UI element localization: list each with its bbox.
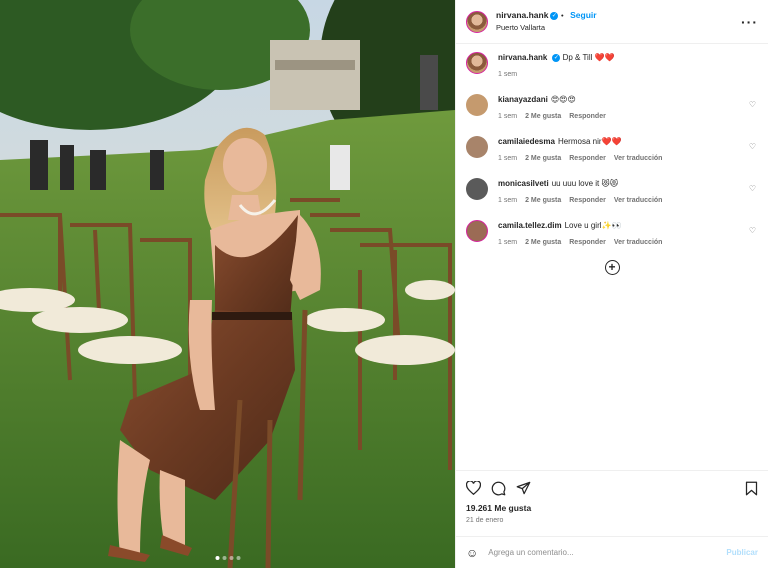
carousel-dots (215, 556, 240, 560)
author-username[interactable]: nirvana.hank (496, 10, 548, 20)
post-header: nirvana.hank ✓ • Seguir Puerto Vallarta ·… (456, 0, 768, 44)
caption-text: Dp & Till ❤️❤️ (562, 53, 615, 62)
author-avatar[interactable] (466, 52, 488, 74)
add-comment-bar: ☺ Agrega un comentario... Publicar (456, 536, 768, 568)
author-avatar[interactable] (466, 10, 488, 33)
commenter-avatar[interactable] (466, 178, 488, 200)
comment-text: Love u girl✨👀 (564, 221, 622, 230)
like-heart-icon[interactable] (466, 481, 481, 495)
share-icon[interactable] (516, 481, 531, 495)
dot-separator: • (560, 11, 564, 20)
post-actions: 19.261 Me gusta 21 de enero (456, 470, 768, 528)
post-date[interactable]: 21 de enero (466, 517, 758, 524)
carousel-dot[interactable] (236, 556, 240, 560)
comment-input[interactable]: Agrega un comentario... (488, 548, 726, 557)
comment-like-heart-icon[interactable]: ♡ (749, 100, 756, 109)
plus-circle-icon[interactable]: + (604, 260, 620, 275)
reply-button[interactable]: Responder (569, 113, 606, 120)
comments-list: nirvana.hank ✓ Dp & Till ❤️❤️ 1 sem kiana… (456, 44, 768, 470)
translate-button[interactable]: Ver traducción (614, 239, 663, 246)
caption: nirvana.hank ✓ Dp & Till ❤️❤️ 1 sem (466, 52, 758, 81)
reply-button[interactable]: Responder (569, 197, 606, 204)
instagram-post-viewer: nirvana.hank ✓ • Seguir Puerto Vallarta ·… (0, 0, 768, 568)
comment-time[interactable]: 1 sem (498, 155, 517, 162)
comment-likes[interactable]: 2 Me gusta (525, 239, 561, 246)
photo-illustration (0, 0, 455, 568)
commenter-avatar[interactable] (466, 94, 488, 116)
carousel-dot[interactable] (229, 556, 233, 560)
verified-badge-icon: ✓ (552, 53, 561, 62)
follow-button[interactable]: Seguir (570, 10, 596, 20)
comment-username[interactable]: camila.tellez.dim (498, 221, 562, 230)
post-side-panel: nirvana.hank ✓ • Seguir Puerto Vallarta ·… (455, 0, 768, 568)
comment-like-heart-icon[interactable]: ♡ (749, 142, 756, 151)
translate-button[interactable]: Ver traducción (614, 155, 663, 162)
comment-row: kianayazdani 😍😍😍 1 sem 2 Me gusta Responder… (466, 94, 758, 123)
comment-row: camilaiedesma Hermosa nir❤️❤️ 1 sem 2 Me g… (466, 136, 758, 165)
reply-button[interactable]: Responder (569, 155, 606, 162)
comment-icon[interactable] (491, 481, 506, 496)
translate-button[interactable]: Ver traducción (614, 197, 663, 204)
comment-like-heart-icon[interactable]: ♡ (749, 184, 756, 193)
comment-like-heart-icon[interactable]: ♡ (749, 226, 756, 235)
reply-button[interactable]: Responder (569, 239, 606, 246)
comment-row: camila.tellez.dim Love u girl✨👀 1 sem 2 Me… (466, 220, 758, 249)
comment-username[interactable]: kianayazdani (498, 95, 548, 104)
comment-row: monicasilveti uu uuu love it 😻😻 1 sem 2 Me… (466, 178, 758, 207)
caption-username[interactable]: nirvana.hank (498, 53, 547, 62)
comment-text: uu uuu love it 😻😻 (551, 179, 619, 188)
load-more-comments: + (466, 260, 758, 275)
author-info: nirvana.hank ✓ • Seguir Puerto Vallarta (496, 9, 597, 34)
comment-time[interactable]: 1 sem (498, 113, 517, 120)
location-link[interactable]: Puerto Vallarta (496, 22, 597, 34)
carousel-dot[interactable] (222, 556, 226, 560)
likes-count[interactable]: 19.261 Me gusta (466, 503, 758, 513)
carousel-dot[interactable] (215, 556, 219, 560)
comment-time[interactable]: 1 sem (498, 239, 517, 246)
comment-likes[interactable]: 2 Me gusta (525, 197, 561, 204)
commenter-avatar[interactable] (466, 136, 488, 158)
comment-username[interactable]: camilaiedesma (498, 137, 555, 146)
caption-time[interactable]: 1 sem (498, 71, 517, 78)
comment-likes[interactable]: 2 Me gusta (525, 155, 561, 162)
emoji-icon[interactable]: ☺ (466, 546, 478, 560)
comment-likes[interactable]: 2 Me gusta (525, 113, 561, 120)
verified-badge-icon: ✓ (550, 11, 559, 20)
more-options-icon[interactable]: ··· (741, 14, 758, 30)
commenter-avatar[interactable] (466, 220, 488, 242)
comment-text: Hermosa nir❤️❤️ (557, 137, 622, 146)
comment-text: 😍😍😍 (550, 95, 576, 104)
save-bookmark-icon[interactable] (745, 481, 758, 496)
comment-time[interactable]: 1 sem (498, 197, 517, 204)
comment-username[interactable]: monicasilveti (498, 179, 549, 188)
post-photo[interactable] (0, 0, 455, 568)
publish-button[interactable]: Publicar (726, 548, 758, 557)
